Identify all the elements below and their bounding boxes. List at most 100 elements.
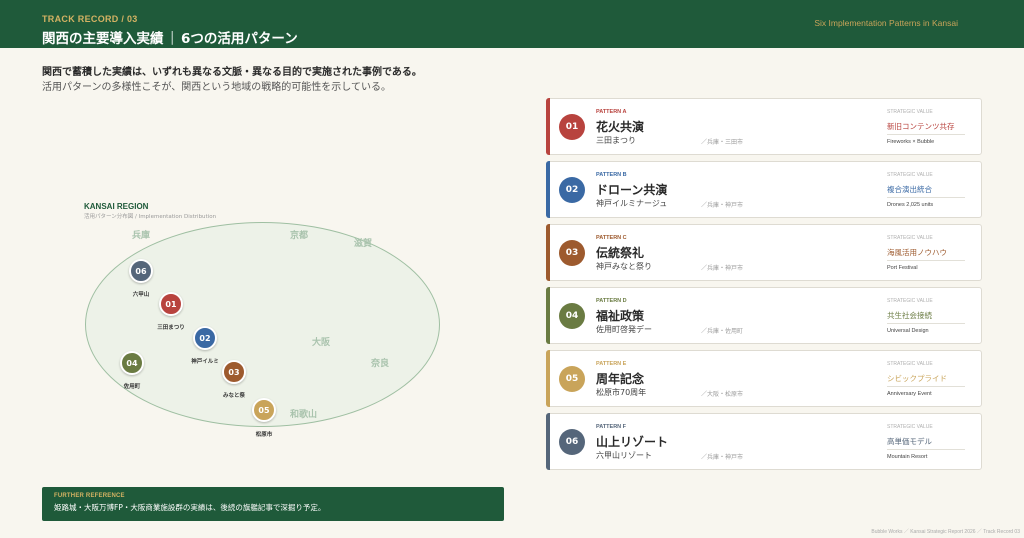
card-pattern-label: PATTERN E (596, 361, 627, 367)
card-event-name: 六甲山リゾート (596, 451, 652, 460)
english-subtitle: Six Implementation Patterns in Kansai (814, 18, 958, 28)
card-accent-bar (546, 350, 550, 407)
card-pattern-label: PATTERN D (596, 298, 627, 304)
pattern-card-b[interactable]: 02 PATTERN B ドローン共演 神戸イルミナージュ ／兵庫・神戸市 ST… (546, 161, 982, 218)
further-reference-text: 姫路城・大阪万博FP・大阪商業施設群の実績は、後続の旗艦記事で深掘り予定。 (54, 503, 326, 512)
card-number-badge: 04 (559, 303, 585, 329)
card-pattern-name: 花火共演 (596, 120, 645, 134)
map-subtitle: 活用パターン分布図 / Implementation Distribution (84, 214, 217, 220)
card-pattern-label: PATTERN F (596, 424, 627, 430)
map-pin-02[interactable]: 02 (193, 326, 217, 350)
card-english-caption: Universal Design (887, 328, 929, 334)
card-strategic-value-label: STRATEGIC VALUE (887, 424, 933, 430)
card-strategic-value-label: STRATEGIC VALUE (887, 235, 933, 241)
card-location: ／兵庫・神戸市 (701, 454, 744, 461)
section-kicker: TRACK RECORD / 03 (42, 14, 138, 24)
card-accent-bar (546, 413, 550, 470)
card-divider (887, 197, 965, 198)
card-event-name: 松原市70周年 (596, 388, 647, 397)
card-accent-bar (546, 287, 550, 344)
card-strategic-value: 高単価モデル (887, 437, 932, 446)
card-number-badge: 05 (559, 366, 585, 392)
card-english-caption: Port Festival (887, 265, 918, 271)
card-divider (887, 134, 965, 135)
card-location: ／兵庫・三田市 (701, 139, 744, 146)
card-location: ／兵庫・佐用町 (701, 328, 744, 335)
card-event-name: 神戸みなと祭り (596, 262, 652, 271)
card-pattern-name: 周年記念 (596, 372, 645, 386)
map-pin-05[interactable]: 05 (252, 398, 276, 422)
card-strategic-value-label: STRATEGIC VALUE (887, 109, 933, 115)
card-number-badge: 06 (559, 429, 585, 455)
card-number-badge: 03 (559, 240, 585, 266)
map-pin-label: 佐用町 (123, 384, 141, 390)
card-strategic-value: 複合演出統合 (887, 185, 932, 194)
pattern-card-a[interactable]: 01 PATTERN A 花火共演 三田まつり ／兵庫・三田市 STRATEGI… (546, 98, 982, 155)
card-divider (887, 449, 965, 450)
map-title: KANSAI REGION (84, 202, 149, 211)
card-strategic-value-label: STRATEGIC VALUE (887, 361, 933, 367)
further-reference-kicker: FURTHER REFERENCE (54, 493, 125, 499)
map-pin-04[interactable]: 04 (120, 351, 144, 375)
card-location: ／兵庫・神戸市 (701, 202, 744, 209)
card-pattern-name: ドローン共演 (596, 183, 668, 197)
card-pattern-label: PATTERN C (596, 235, 627, 241)
card-number-badge: 01 (559, 114, 585, 140)
card-pattern-name: 伝統祭礼 (596, 246, 645, 260)
card-pattern-label: PATTERN A (596, 109, 627, 115)
card-strategic-value: 海風活用ノウハウ (887, 248, 947, 257)
region-kyoto: 京都 (290, 231, 309, 241)
region-wakayama: 和歌山 (290, 410, 318, 420)
region-hyogo: 兵庫 (132, 231, 151, 241)
card-english-caption: Fireworks × Bubble (887, 139, 935, 145)
map-pin-01[interactable]: 01 (159, 292, 183, 316)
card-accent-bar (546, 224, 550, 281)
card-strategic-value: シビックプライド (887, 374, 947, 383)
map-pin-03[interactable]: 03 (222, 360, 246, 384)
card-divider (887, 323, 965, 324)
title-separator: ｜ (165, 31, 180, 47)
header-bar: TRACK RECORD / 03 関西の主要導入実績｜ 6つの活用パターン Si… (0, 0, 1024, 48)
card-event-name: 三田まつり (596, 136, 636, 145)
page-title-main: 関西の主要導入実績 (42, 31, 164, 47)
map-pin-label: 神戸イルミ (191, 359, 219, 365)
region-shiga: 滋賀 (354, 239, 373, 249)
page-title-sub: 6つの活用パターン (181, 31, 298, 47)
card-strategic-value: 共生社会接続 (887, 311, 932, 320)
lead-line-2: 活用パターンの多様性こそが、関西という地域の戦略的可能性を示している。 (42, 82, 391, 93)
card-pattern-name: 山上リゾート (596, 435, 669, 449)
region-nara: 奈良 (371, 359, 390, 369)
card-accent-bar (546, 98, 550, 155)
card-divider (887, 260, 965, 261)
card-strategic-value: 新旧コンテンツ共存 (887, 122, 955, 131)
card-pattern-label: PATTERN B (596, 172, 627, 178)
page-title: 関西の主要導入実績｜ 6つの活用パターン (42, 27, 298, 47)
kansai-map-ellipse (85, 222, 440, 427)
card-pattern-name: 福祉政策 (596, 309, 645, 323)
map-pin-label: 三田まつり (157, 325, 185, 331)
map-pin-06[interactable]: 06 (129, 259, 153, 283)
card-strategic-value-label: STRATEGIC VALUE (887, 298, 933, 304)
pattern-card-e[interactable]: 05 PATTERN E 周年記念 松原市70周年 ／大阪・松原市 STRATE… (546, 350, 982, 407)
pattern-card-c[interactable]: 03 PATTERN C 伝統祭礼 神戸みなと祭り ／兵庫・神戸市 STRATE… (546, 224, 982, 281)
card-english-caption: Drones 2,025 units (887, 202, 934, 208)
card-event-name: 佐用町啓発デー (596, 325, 652, 334)
pattern-card-f[interactable]: 06 PATTERN F 山上リゾート 六甲山リゾート ／兵庫・神戸市 STRA… (546, 413, 982, 470)
card-location: ／大阪・松原市 (701, 391, 744, 398)
card-english-caption: Mountain Resort (887, 454, 928, 460)
card-divider (887, 386, 965, 387)
further-reference-box: FURTHER REFERENCE 姫路城・大阪万博FP・大阪商業施設群の実績は… (42, 487, 504, 521)
region-osaka: 大阪 (312, 338, 331, 348)
map-pin-label: 松原市 (255, 432, 273, 438)
pattern-card-d[interactable]: 04 PATTERN D 福祉政策 佐用町啓発デー ／兵庫・佐用町 STRATE… (546, 287, 982, 344)
card-number-badge: 02 (559, 177, 585, 203)
map-pin-label: みなと祭 (222, 393, 246, 399)
card-location: ／兵庫・神戸市 (701, 265, 744, 272)
footer-credit: Bubble Works ／ Kansai Strategic Report 2… (871, 529, 1020, 535)
card-english-caption: Anniversary Event (887, 391, 932, 397)
card-event-name: 神戸イルミナージュ (596, 199, 668, 208)
map-pin-label: 六甲山 (132, 292, 150, 298)
card-accent-bar (546, 161, 550, 218)
lead-line-1: 関西で蓄積した実績は、いずれも異なる文脈・異なる目的で実施された事例である。 (42, 67, 422, 78)
card-strategic-value-label: STRATEGIC VALUE (887, 172, 933, 178)
